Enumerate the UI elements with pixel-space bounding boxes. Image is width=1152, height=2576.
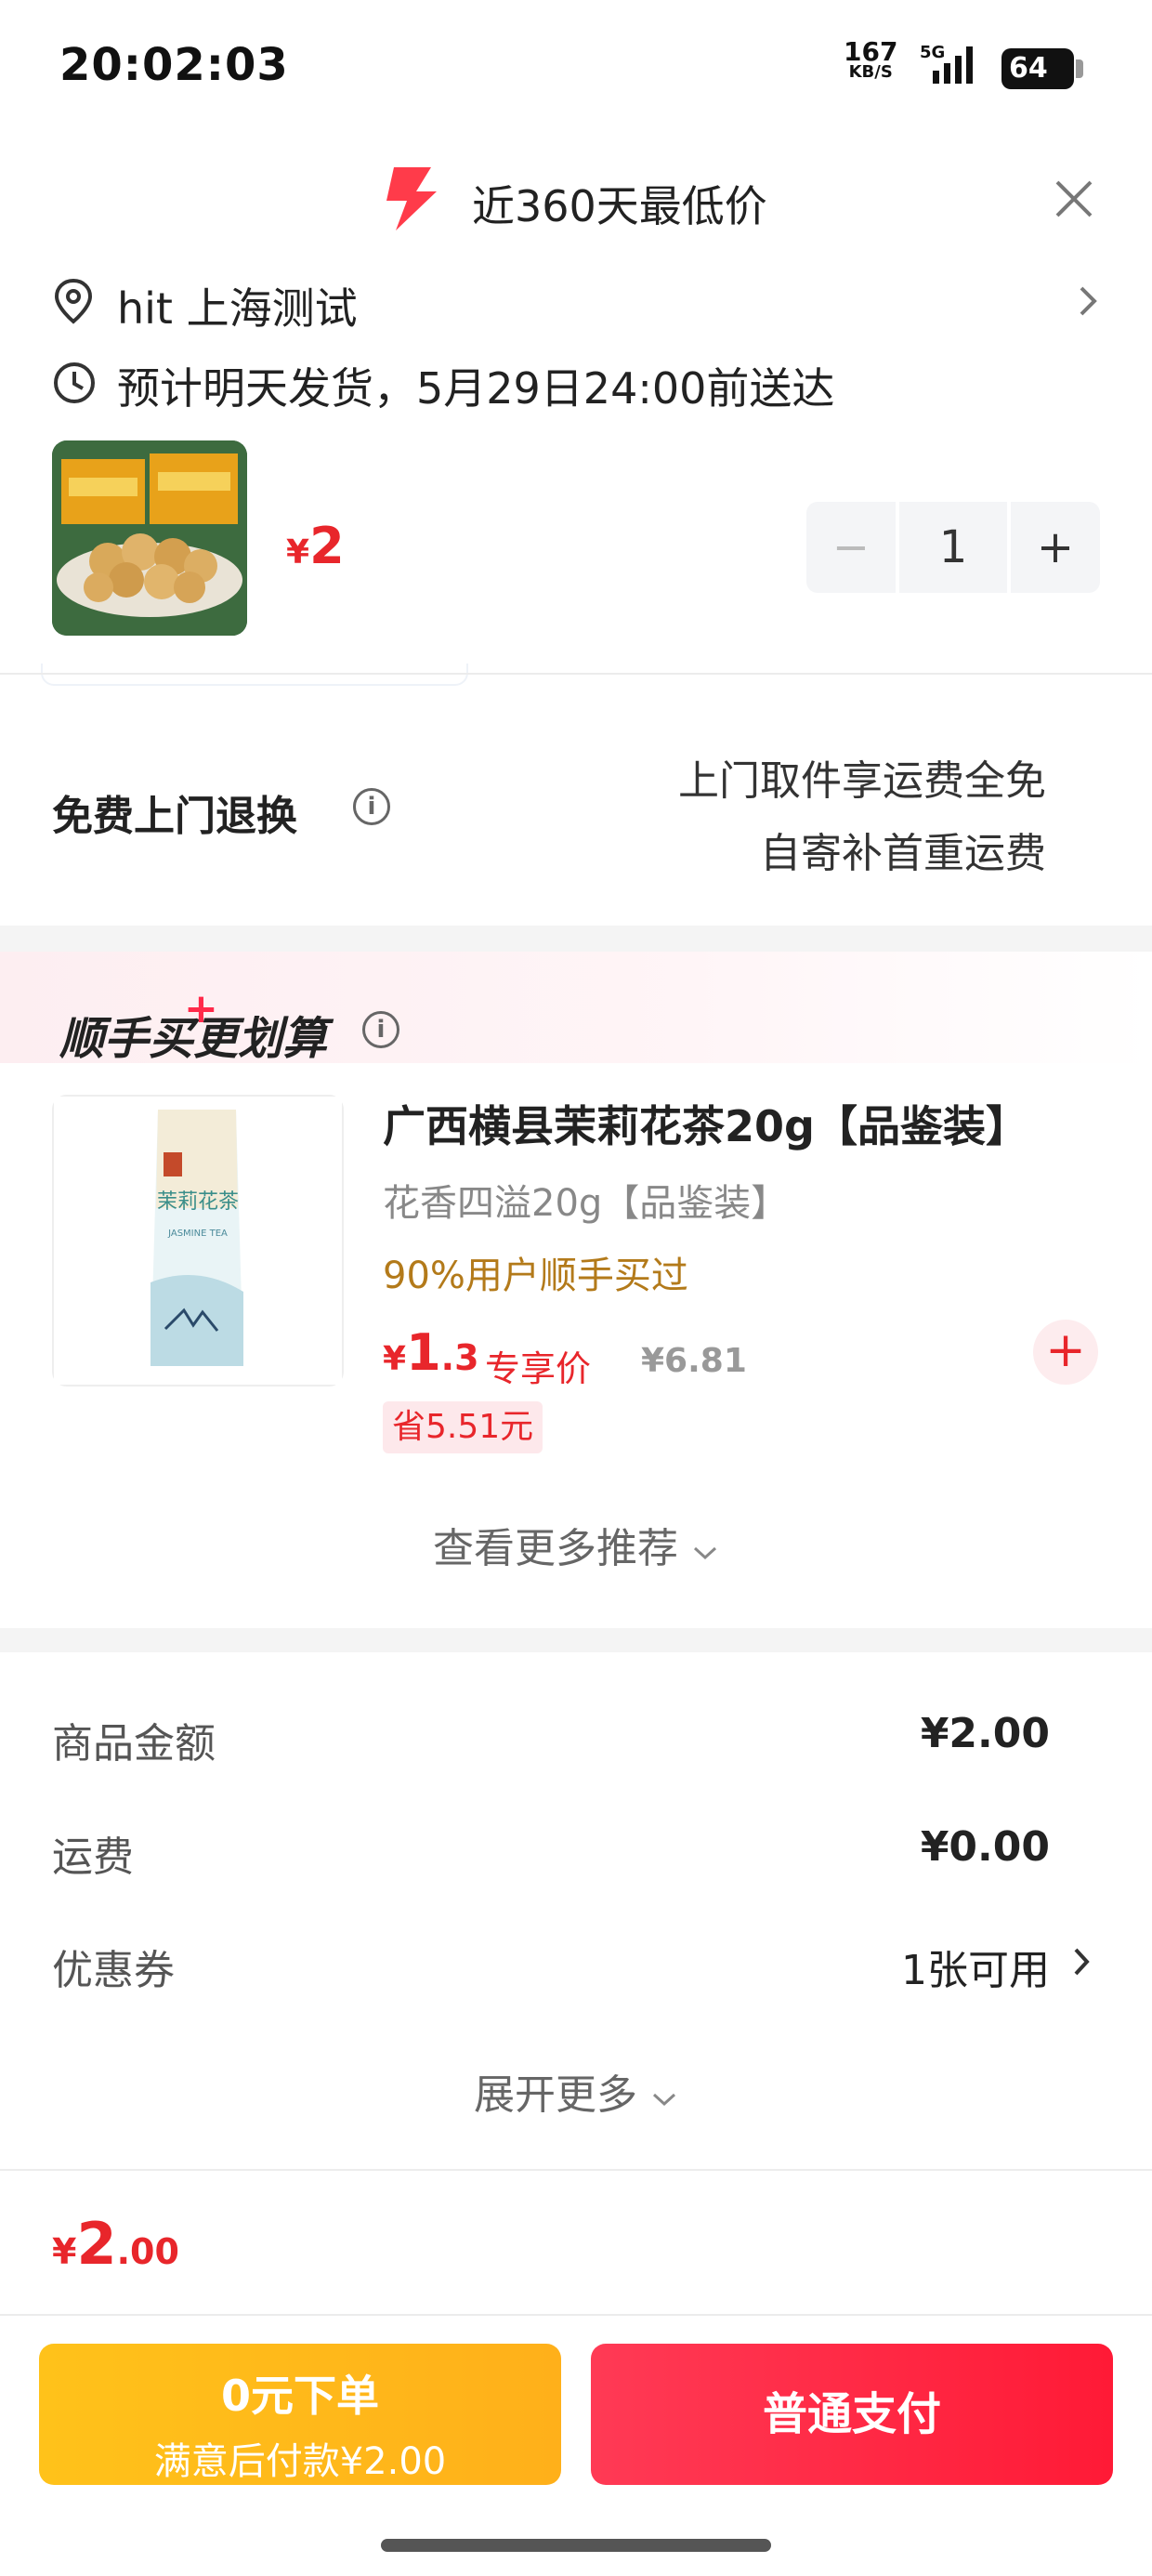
chevron-right-icon[interactable] [1078, 284, 1100, 322]
total-amount: ¥2.00 [52, 2210, 179, 2278]
coupon-available[interactable]: 1张可用 [901, 1937, 1050, 1996]
address-text[interactable]: hit 上海测试 [117, 275, 358, 336]
fee-label-coupon: 优惠券 [52, 1947, 175, 1994]
lowest-price-banner: 近360天最低价 [472, 181, 767, 231]
free-return-line2: 自寄补首重运费 [760, 830, 1046, 877]
tea-name[interactable]: 广西横县茉莉花茶20g【品鉴装】 [383, 1093, 1028, 1154]
home-indicator[interactable] [381, 2539, 771, 2552]
normal-pay-button[interactable]: 普通支付 [591, 2344, 1113, 2485]
coupon-tab-edge [41, 664, 468, 686]
expand-more-link[interactable]: 展开更多 [0, 2061, 1152, 2121]
free-return-line1: 上门取件享运费全免 [678, 757, 1046, 805]
chevron-down-icon [652, 2093, 676, 2107]
tea-thumbnail[interactable]: 茉莉花茶 JASMINE TEA [52, 1095, 344, 1387]
zero-pay-order-button[interactable]: 0元下单 满意后付款¥2.00 [39, 2344, 561, 2485]
chevron-right-icon[interactable] [1072, 1946, 1093, 1981]
fee-label-goods: 商品金额 [52, 1720, 216, 1768]
product-price: ¥2 [286, 517, 345, 575]
plus-icon: + [184, 985, 218, 1032]
signal-icon: 5G [920, 43, 985, 93]
fee-label-shipping: 运费 [52, 1833, 134, 1881]
section-gap [0, 926, 1152, 952]
more-recommend-link[interactable]: 查看更多推荐 [0, 1515, 1152, 1574]
divider [0, 673, 1152, 675]
info-icon[interactable]: i [362, 1011, 399, 1048]
decrease-button[interactable]: − [806, 502, 896, 593]
divider [0, 2314, 1152, 2316]
quantity-value[interactable]: 1 [899, 502, 1007, 593]
savings-badge: 省5.51元 [383, 1401, 543, 1453]
original-price: ¥6.81 [641, 1342, 747, 1380]
recommend-title: 顺手买更划算 + [59, 985, 328, 1065]
clock-icon [52, 361, 97, 409]
network-speed: 167 KB/S [844, 36, 898, 82]
fee-value-goods: ¥2.00 [920, 1710, 1050, 1757]
info-icon[interactable]: i [353, 788, 390, 825]
svg-text:JASMINE TEA: JASMINE TEA [167, 1229, 228, 1239]
section-gap [0, 1628, 1152, 1652]
add-to-order-button[interactable]: + [1033, 1320, 1098, 1385]
product-thumbnail[interactable] [52, 440, 247, 636]
free-return-title: 免费上门退换 [52, 793, 297, 840]
svg-text:5G: 5G [920, 43, 945, 62]
exclusive-price-label: 专享价 [485, 1348, 592, 1389]
order-confirm-page: 20:02:03 167 KB/S 5G 64 近360天最低价 hit 上海测… [0, 0, 1152, 2576]
chevron-down-icon [693, 1546, 717, 1560]
svg-text:茉莉花茶: 茉莉花茶 [157, 1190, 239, 1214]
delivery-estimate: 预计明天发货，5月29日24:00前送达 [117, 363, 835, 414]
close-icon[interactable] [1054, 178, 1094, 219]
location-icon [52, 277, 95, 329]
fee-value-shipping: ¥0.00 [920, 1823, 1050, 1871]
increase-button[interactable]: + [1011, 502, 1100, 593]
divider [0, 2169, 1152, 2171]
status-time: 20:02:03 [59, 39, 289, 91]
lightning-icon [381, 165, 440, 236]
tea-spec: 花香四溢20g【品鉴装】 [383, 1182, 789, 1225]
quantity-stepper: − 1 + [806, 502, 1100, 593]
tea-price: ¥1.3 [383, 1323, 479, 1382]
tea-popularity: 90%用户顺手买过 [383, 1255, 688, 1297]
battery-icon: 64 [1001, 48, 1083, 89]
